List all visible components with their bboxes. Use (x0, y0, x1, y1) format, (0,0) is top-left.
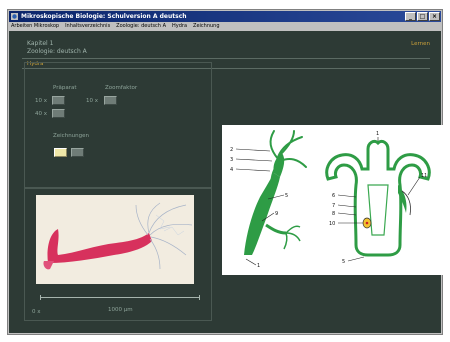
app-window: Mikroskopische Biologie: Schulversion A … (7, 9, 446, 335)
chapter-title: Kapitel 1 (27, 40, 54, 47)
chapter-subject: Zoologie: deutsch A (27, 48, 87, 55)
title-bar[interactable]: Mikroskopische Biologie: Schulversion A … (9, 11, 441, 22)
mag-10x-label: 10 x (35, 98, 48, 104)
zoom-label: Zoomfaktor (105, 85, 138, 91)
label-2: 2 (230, 147, 233, 153)
zoom-10x-button[interactable] (104, 96, 117, 105)
header-divider (22, 58, 430, 59)
menu-bar: Arbeiten Mikroskop Inhaltsverzeichnis Zo… (9, 22, 441, 31)
minimize-button[interactable]: _ (405, 12, 416, 21)
window-controls: _ □ × (405, 12, 440, 21)
label-1b: 1 (376, 131, 379, 137)
label-10: 10 (329, 221, 335, 227)
mag-40x-label: 40 x (35, 111, 48, 117)
maximize-button[interactable]: □ (417, 12, 428, 21)
label-3: 3 (230, 157, 233, 163)
label-5b: 5 (342, 259, 345, 265)
menu-arbeiten-mikroskop[interactable]: Arbeiten Mikroskop (11, 22, 59, 31)
app-icon (11, 13, 18, 20)
hydra-drawing: 2 3 4 5 9 1 1 6 7 8 10 11 5 (222, 125, 446, 275)
lernen-link[interactable]: Lernen (411, 41, 430, 47)
microscope-photo (36, 195, 194, 284)
menu-zeichnung[interactable]: Zeichnung (193, 22, 220, 31)
mag-10x-button[interactable] (52, 96, 65, 105)
scale-text: 1000 µm (108, 307, 133, 313)
drawing-toggle-1[interactable] (54, 148, 67, 157)
label-11: 11 (421, 173, 427, 179)
scale-tick-left (40, 295, 41, 300)
hydra-diagram: 2 3 4 5 9 1 1 6 7 8 10 11 5 (222, 125, 446, 275)
label-6: 6 (332, 193, 335, 199)
scale-tick-right (199, 295, 200, 300)
hydra-specimen-image (36, 195, 194, 284)
scale-bar (40, 297, 200, 298)
close-button[interactable]: × (429, 12, 440, 21)
screenshot-frame: Mikroskopische Biologie: Schulversion A … (0, 0, 450, 342)
zoom-10x-label: 10 x (86, 98, 99, 104)
label-7: 7 (332, 203, 335, 209)
controls-panel (24, 62, 212, 188)
menu-inhaltsverzeichnis[interactable]: Inhaltsverzeichnis (65, 22, 110, 31)
label-4: 4 (230, 167, 233, 173)
menu-zoologie[interactable]: Zoologie: deutsch A (116, 22, 166, 31)
label-5: 5 (285, 193, 288, 199)
drawing-toggle-2[interactable] (71, 148, 84, 157)
label-8: 8 (332, 211, 335, 217)
drawings-label: Zeichnungen (53, 133, 90, 139)
label-9: 9 (275, 211, 278, 217)
window-title: Mikroskopische Biologie: Schulversion A … (21, 13, 187, 20)
menu-hydra[interactable]: Hydra (172, 22, 187, 31)
label-1a: 1 (257, 263, 260, 269)
scale-label: 0 x (32, 309, 41, 315)
praparat-label: Präparat (53, 85, 77, 91)
mag-40x-button[interactable] (52, 109, 65, 118)
